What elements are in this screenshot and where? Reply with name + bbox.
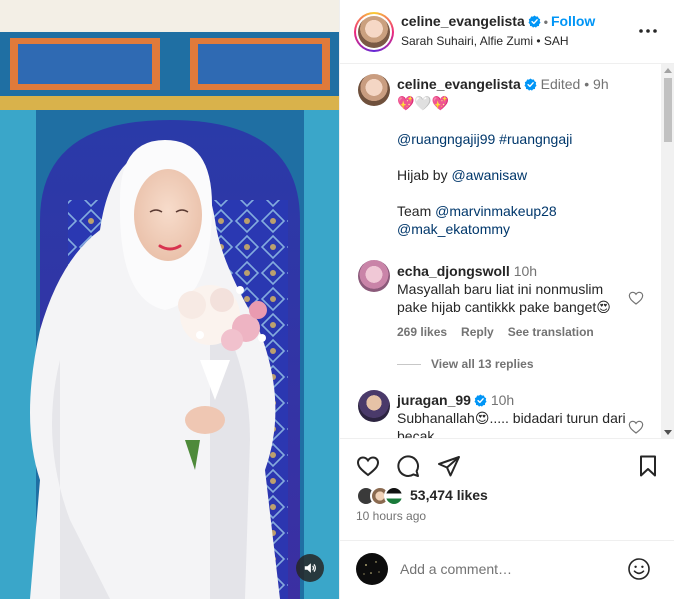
story-ring[interactable] — [354, 12, 394, 52]
likes-count[interactable]: 53,474 likes — [410, 487, 488, 503]
scroll-thumb[interactable] — [664, 78, 672, 142]
audio-toggle-button[interactable] — [296, 554, 324, 582]
verified-badge-icon — [524, 78, 537, 91]
comment-likes[interactable]: 269 likes — [397, 325, 447, 339]
post-timestamp[interactable]: 10 hours ago — [356, 509, 426, 523]
verified-badge-icon — [528, 15, 541, 28]
emoji-picker-button[interactable] — [627, 557, 651, 581]
comment-username[interactable]: juragan_99 — [397, 392, 471, 408]
edited-label: Edited — [540, 76, 581, 92]
comment-header: echa_djongswoll 10h — [397, 263, 537, 279]
caption-dot: • — [584, 76, 590, 92]
team-mention-1[interactable]: @marvinmakeup28 — [435, 203, 557, 219]
comments-scroll-area[interactable]: celine_evangelista Edited • 9h 💖🤍💖 @ruan… — [340, 64, 674, 439]
more-options-button[interactable] — [637, 22, 659, 40]
save-button[interactable] — [636, 454, 660, 478]
speaker-icon — [304, 563, 316, 573]
comment-input[interactable] — [400, 559, 610, 579]
hijab-prefix: Hijab by — [397, 167, 452, 183]
heart-icon — [356, 456, 380, 477]
verified-badge-icon — [474, 394, 487, 407]
share-button[interactable] — [437, 454, 461, 478]
caption-time[interactable]: 9h — [593, 76, 609, 92]
caption-text: 💖🤍💖 @ruangngajij99 #ruangngaji Hijab by … — [397, 94, 647, 238]
author-username[interactable]: celine_evangelista — [401, 13, 525, 29]
post-side-panel: celine_evangelista • Follow Sarah Suhairi,… — [339, 0, 674, 599]
caption-avatar[interactable] — [358, 74, 390, 106]
caption-header: celine_evangelista Edited • 9h — [397, 76, 609, 92]
current-user-avatar — [356, 553, 388, 585]
post-photo — [0, 0, 339, 599]
comment-button[interactable] — [396, 454, 420, 478]
author-line: celine_evangelista • Follow — [401, 13, 595, 29]
comment-time[interactable]: 10h — [514, 263, 537, 279]
heart-icon — [628, 420, 644, 434]
caption-username[interactable]: celine_evangelista — [397, 76, 521, 92]
comment-avatar[interactable] — [358, 390, 390, 422]
comment-meta: 269 likes Reply See translation — [397, 325, 608, 339]
post-header: celine_evangelista • Follow Sarah Suhairi,… — [340, 0, 674, 64]
comment-like-button[interactable] — [628, 419, 644, 435]
bookmark-icon — [640, 455, 656, 477]
post-audio-subtitle[interactable]: Sarah Suhairi, Alfie Zumi • SAH — [401, 34, 569, 48]
add-comment-bar — [340, 540, 674, 599]
caption-tags[interactable]: @ruangngajij99 #ruangngaji — [397, 130, 647, 148]
like-button[interactable] — [356, 454, 380, 478]
liker-avatar — [384, 486, 404, 506]
team-prefix: Team — [397, 203, 436, 219]
comment-text: Masyallah baru liat ini nonmuslim pake h… — [397, 281, 611, 315]
comment-avatar[interactable] — [358, 260, 390, 292]
comment-text: Subhanallah😍..... bidadari turun dari be… — [397, 410, 626, 439]
post-actions: 53,474 likes 10 hours ago — [340, 440, 674, 540]
comment-header: juragan_99 10h — [397, 392, 514, 408]
hijab-mention[interactable]: @awanisaw — [451, 167, 527, 183]
separator-dot: • — [543, 15, 548, 29]
reply-button[interactable]: Reply — [461, 325, 494, 339]
comment-icon — [397, 455, 419, 477]
view-replies-button[interactable]: View all 13 replies — [397, 357, 534, 371]
heart-icon — [628, 291, 644, 305]
emoji-icon — [628, 558, 650, 580]
author-avatar — [358, 16, 390, 48]
follow-button[interactable]: Follow — [551, 13, 595, 29]
comment-time[interactable]: 10h — [491, 392, 514, 408]
post-media[interactable] — [0, 0, 339, 599]
team-mention-2[interactable]: @mak_ekatommy — [397, 221, 510, 237]
scrollbar[interactable] — [661, 64, 674, 438]
scroll-up-arrow[interactable] — [664, 68, 672, 73]
view-replies-label: View all 13 replies — [431, 357, 534, 371]
more-options-icon — [639, 29, 657, 33]
comment-like-button[interactable] — [628, 290, 644, 306]
share-icon — [438, 456, 460, 477]
comment-username[interactable]: echa_djongswoll — [397, 263, 510, 279]
caption-emojis: 💖🤍💖 — [397, 95, 450, 111]
scroll-down-arrow[interactable] — [664, 430, 672, 435]
see-translation-button[interactable]: See translation — [508, 325, 594, 339]
